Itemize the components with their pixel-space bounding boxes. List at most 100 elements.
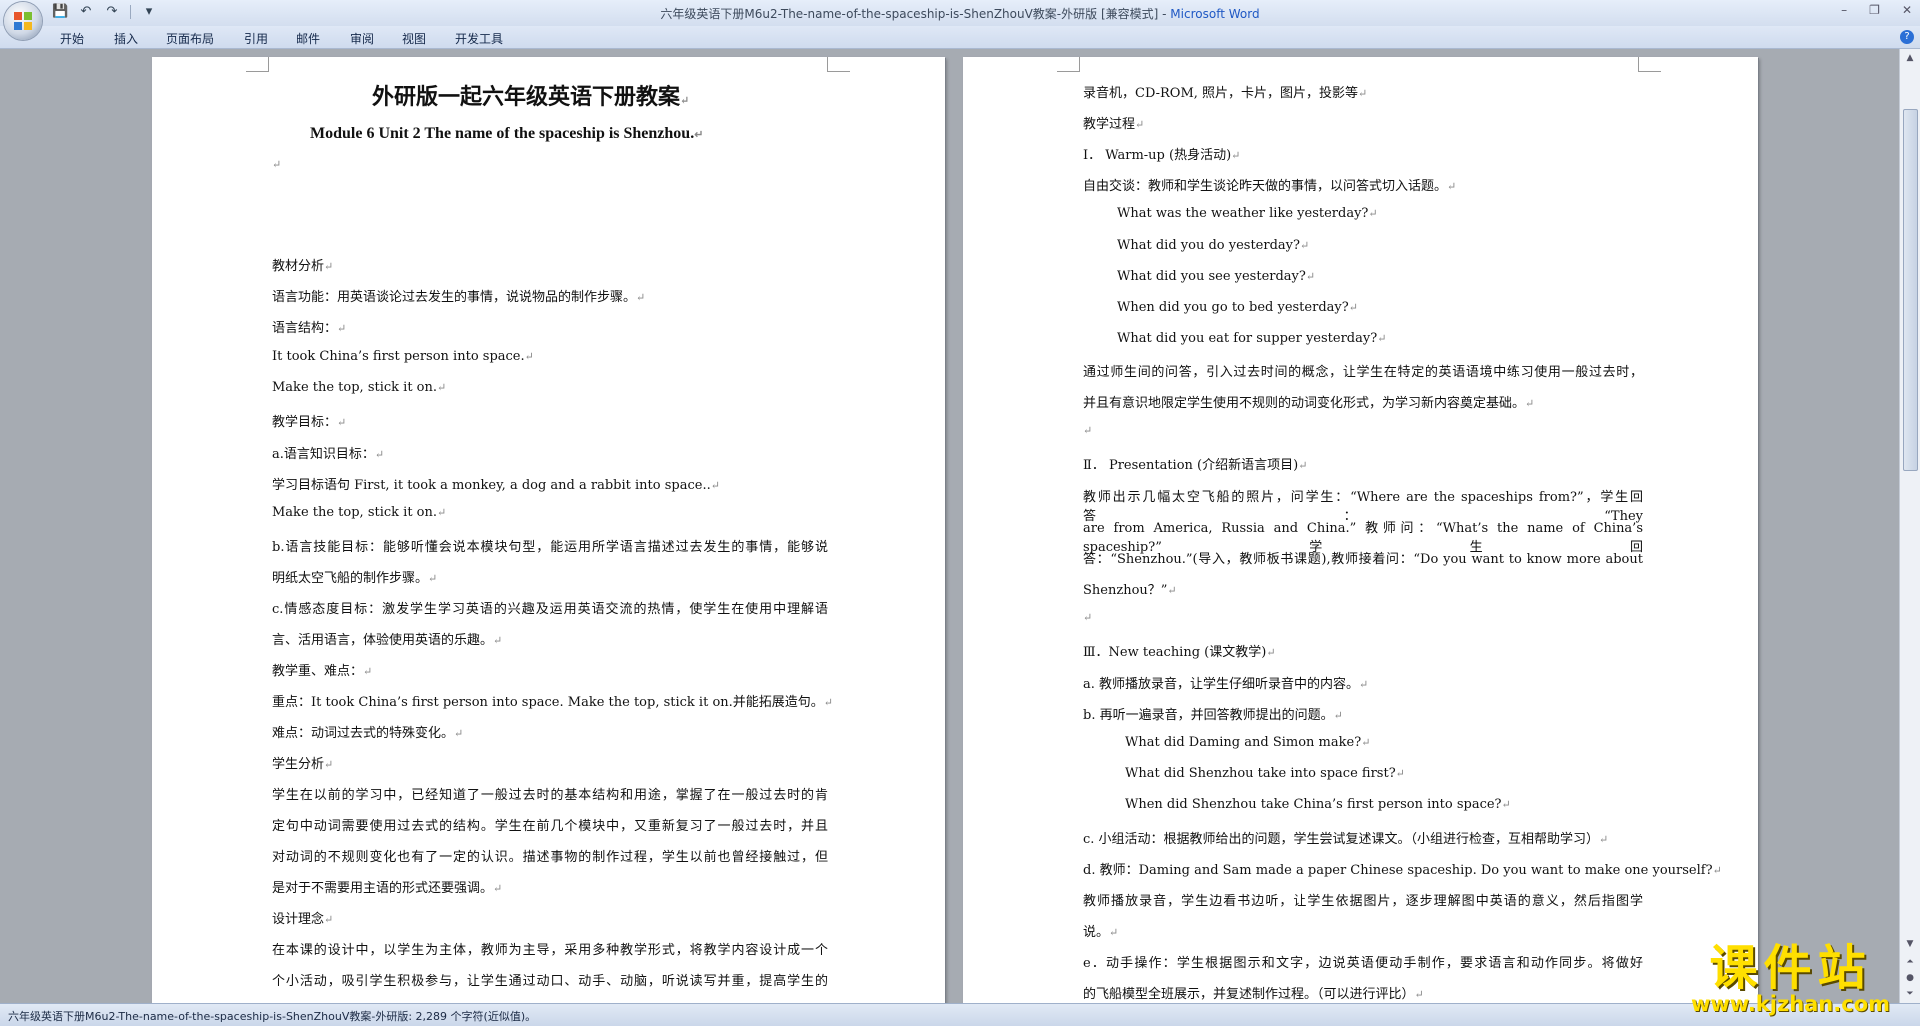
document-workspace: 外研版一起六年级英语下册教案↵ Module 6 Unit 2 The name… [0, 49, 1900, 1003]
paragraph-line: 学生分析↵ [272, 753, 333, 772]
tab-page-layout[interactable]: 页面布局 [166, 30, 214, 47]
paragraph-mark: ↵ [1358, 87, 1368, 100]
select-browse-object-icon[interactable]: ● [1903, 971, 1917, 985]
paragraph-line: 重点：It took China’s first person into spa… [272, 691, 833, 710]
paragraph-text: What did you see yesterday? [1117, 269, 1306, 284]
scroll-down-icon[interactable]: ▼ [1903, 937, 1917, 951]
paragraph-line: When did Shenzhou take China’s first per… [1125, 797, 1511, 812]
paragraph-mark: ↵ [1348, 301, 1358, 314]
paragraph-line: 学生在以前的学习中，已经知道了一般过去时的基本结构和用途，掌握了在一般过去时的肯 [272, 784, 828, 803]
paragraph-line: 并且有意识地限定学生使用不规则的动词变化形式，为学习新内容奠定基础。↵ [1083, 392, 1534, 411]
paragraph-mark: ↵ [1231, 149, 1241, 162]
paragraph-text: What did you eat for supper yesterday? [1117, 331, 1378, 346]
paragraph-mark: ↵ [823, 696, 833, 709]
office-button[interactable] [4, 2, 42, 40]
tab-mailings[interactable]: 邮件 [296, 30, 320, 47]
customize-toolbar-icon[interactable]: ▾ [141, 4, 157, 20]
page-title: 外研版一起六年级英语下册教案↵ [372, 84, 690, 110]
paragraph-mark: ↵ [454, 727, 464, 740]
title-bar: 六年级英语下册M6u2-The-name-of-the-spaceship-is… [0, 0, 1920, 26]
paragraph-mark: ↵ [1501, 798, 1511, 811]
paragraph-text: 难点：动词过去式的特殊变化。 [272, 726, 455, 741]
paragraph-text: 学生分析 [272, 757, 325, 772]
paragraph-text: What did Daming and Simon make? [1125, 735, 1362, 750]
watermark-brand: 课件站 [1709, 940, 1872, 996]
paragraph-text: e．动手操作：学生根据图示和文字，边说英语便动手制作，要求语言和动作同步。将做好 [1083, 956, 1643, 971]
paragraph-line: 语言功能：用英语谈论过去发生的事情，说说物品的制作步骤。↵ [272, 286, 645, 305]
scroll-up-icon[interactable]: ▲ [1903, 51, 1917, 65]
paragraph-mark: ↵ [1395, 767, 1405, 780]
tab-references[interactable]: 引用 [244, 30, 268, 47]
paragraph-text: 定句中动词需要使用过去式的结构。学生在前几个模块中，又重新复习了一般过去时，并且 [272, 819, 828, 834]
tab-insert[interactable]: 插入 [114, 30, 138, 47]
margin-corner-mark [827, 57, 850, 72]
paragraph-line: b.语言技能目标：能够听懂会说本模块句型，能运用所学语言描述过去发生的事情，能够… [272, 536, 828, 555]
window-title: 六年级英语下册M6u2-The-name-of-the-spaceship-is… [0, 5, 1920, 22]
office-logo-icon [14, 12, 32, 30]
paragraph-text: 语言功能：用英语谈论过去发生的事情，说说物品的制作步骤。 [272, 290, 637, 305]
paragraph-line: b. 再听一遍录音，并回答教师提出的问题。↵ [1083, 704, 1343, 723]
vertical-scrollbar[interactable]: ▲ ▼ ⏶ ● ⏷ [1899, 49, 1920, 1003]
paragraph-line: Ⅰ． Warm-up (热身活动)↵ [1083, 144, 1240, 163]
paragraph-mark: ↵ [324, 913, 334, 926]
paragraph-mark: ↵ [1447, 180, 1457, 193]
paragraph-text: b. 再听一遍录音，并回答教师提出的问题。 [1083, 708, 1334, 723]
status-bar: 六年级英语下册M6u2-The-name-of-the-spaceship-is… [0, 1003, 1920, 1026]
paragraph-line: Make the top, stick it on.↵ [272, 380, 446, 395]
minimize-icon[interactable]: – [1841, 3, 1847, 17]
paragraph-text: What was the weather like yesterday? [1117, 206, 1369, 221]
paragraph-mark: ↵ [337, 322, 347, 335]
title-separator: - [1158, 7, 1171, 21]
previous-page-icon[interactable]: ⏶ [1903, 955, 1917, 969]
paragraph-line: What did you see yesterday?↵ [1117, 269, 1315, 284]
paragraph-text: 教学目标： [272, 415, 338, 430]
paragraph-mark: ↵ [1359, 678, 1369, 691]
paragraph-mark: ↵ [337, 416, 347, 429]
paragraph-line: What did Shenzhou take into space first?… [1125, 766, 1405, 781]
paragraph-text: Make the top, stick it on. [272, 505, 438, 520]
paragraph-mark: ↵ [1377, 332, 1387, 345]
close-icon[interactable]: ✕ [1902, 3, 1912, 17]
paragraph-mark: ↵ [363, 665, 373, 678]
paragraph-mark: ↵ [1167, 584, 1177, 597]
paragraph-line: 是对于不需要用主语的形式还要强调。↵ [272, 877, 502, 896]
save-icon[interactable]: 💾 [52, 4, 68, 20]
paragraph-mark: ↵ [1305, 270, 1316, 283]
paragraph-line: ↵ [1083, 423, 1092, 438]
paragraph-text: 重点：It took China’s first person into spa… [272, 695, 824, 710]
paragraph-text: a. 教师播放录音，让学生仔细听录音中的内容。 [1083, 677, 1360, 692]
tab-view[interactable]: 视图 [402, 30, 426, 47]
paragraph-text: Ⅰ． Warm-up (热身活动) [1083, 148, 1232, 163]
tab-developer[interactable]: 开发工具 [455, 30, 503, 47]
page-subtitle: Module 6 Unit 2 The name of the spaceshi… [310, 125, 704, 142]
margin-corner-mark [1638, 57, 1661, 72]
status-word-count[interactable]: 六年级英语下册M6u2-The-name-of-the-spaceship-is… [8, 1008, 536, 1024]
redo-icon[interactable]: ↷ [104, 4, 120, 20]
paragraph-mark: ↵ [374, 448, 385, 461]
paragraph-text: b.语言技能目标：能够听懂会说本模块句型，能运用所学语言描述过去发生的事情，能够… [272, 540, 828, 555]
paragraph-mark: ↵ [1266, 646, 1276, 659]
paragraph-line: What did Daming and Simon make?↵ [1125, 735, 1370, 750]
tab-home[interactable]: 开始 [60, 30, 84, 47]
help-icon[interactable]: ? [1900, 30, 1914, 44]
paragraph-text: 教学重、难点： [272, 664, 364, 679]
scroll-thumb[interactable] [1903, 109, 1918, 471]
paragraph-mark: ↵ [636, 291, 646, 304]
paragraph-line: Ⅱ． Presentation (介绍新语言项目)↵ [1083, 454, 1307, 473]
paragraph-line: a.语言知识目标：↵ [272, 443, 384, 462]
paragraph-text: 设计理念 [272, 912, 325, 927]
app-name: Microsoft Word [1170, 7, 1260, 21]
paragraph-mark: ↵ [428, 572, 438, 585]
margin-corner-mark [246, 57, 269, 72]
document-page-2[interactable]: 录音机，CD-ROM, 照片，卡片，图片，投影等↵ 教学过程↵ Ⅰ． Warm-up… [963, 57, 1758, 1003]
undo-icon[interactable]: ↶ [78, 4, 94, 20]
document-page-1[interactable]: 外研版一起六年级英语下册教案↵ Module 6 Unit 2 The name… [152, 57, 945, 1003]
quick-access-toolbar: 💾 ↶ ↷ ▾ [52, 4, 157, 20]
window-controls: – ❐ ✕ [1841, 3, 1912, 17]
tab-review[interactable]: 审阅 [350, 30, 374, 47]
paragraph-line: c.情感态度目标：激发学生学习英语的兴趣及运用英语交流的热情，使学生在使用中理解… [272, 598, 828, 617]
paragraph-mark: ↵ [1599, 833, 1609, 846]
restore-icon[interactable]: ❐ [1869, 3, 1880, 17]
paragraph-text: 语言结构： [272, 321, 338, 336]
next-page-icon[interactable]: ⏷ [1903, 987, 1917, 1001]
